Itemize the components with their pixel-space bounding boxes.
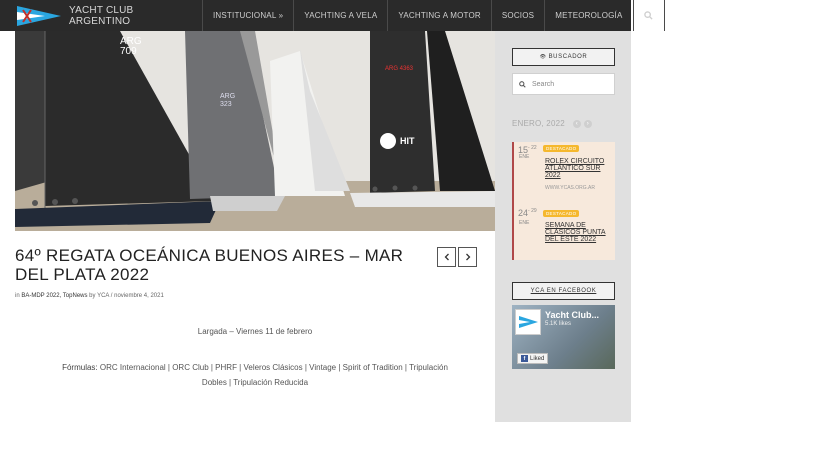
logo-line1: YACHT CLUB xyxy=(69,5,134,16)
event-site[interactable]: WWW.YCAS.ORG.AR xyxy=(545,185,595,191)
nav-socios[interactable]: SOCIOS xyxy=(490,0,544,31)
meta-by: by xyxy=(89,293,96,299)
main-menu: INSTITUCIONAL » YACHTING A VELA YACHTING… xyxy=(202,0,665,31)
calendar-header: ENERO, 2022 ‹ › xyxy=(512,119,592,128)
calendar-month: ENERO, 2022 xyxy=(512,119,565,128)
event-badge: DESTACADO xyxy=(543,210,580,217)
search-icon xyxy=(519,80,526,88)
event-month: ENE xyxy=(519,154,530,160)
facebook-page-widget[interactable]: Yacht Club... 5.1K likes f Liked xyxy=(512,305,615,369)
formulas-label: Fórmulas: xyxy=(62,363,98,372)
next-post-button[interactable] xyxy=(458,247,477,267)
search-placeholder: Search xyxy=(532,80,555,88)
chevron-left-icon xyxy=(444,253,449,261)
facebook-icon: f xyxy=(521,355,528,362)
calendar-next-icon[interactable]: › xyxy=(583,119,592,128)
post-formulas: Fórmulas: ORC Internacional | ORC Club |… xyxy=(15,360,495,390)
eye-icon: 👁 xyxy=(539,54,547,60)
logo-line2: ARGENTINO xyxy=(69,16,131,27)
fb-likes-count: 5.1K likes xyxy=(545,321,572,327)
fb-liked-button[interactable]: f Liked xyxy=(517,353,549,364)
event-day: 24- 29 xyxy=(518,208,537,218)
facebook-section-header[interactable]: YCA EN FACEBOOK xyxy=(512,282,615,300)
post-featured-image[interactable]: ARG 709 ARG 323 ARG 4363 HIT xyxy=(15,31,495,231)
fb-page-logo xyxy=(515,309,541,335)
sail-number-1: ARG 709 xyxy=(120,36,142,57)
post-title: 64º REGATA OCEÁNICA BUENOS AIRES – MAR D… xyxy=(15,246,404,284)
chevron-right-icon xyxy=(465,253,470,261)
sail-sponsor-text: HIT xyxy=(400,136,415,146)
sidebar: 👁 BUSCADOR Search ENERO, 2022 ‹ › 15- 22… xyxy=(495,31,631,422)
post-categories-link[interactable]: BA-MDP 2022, TopNews xyxy=(21,293,87,299)
logo-text: YACHT CLUB ARGENTINO xyxy=(69,5,133,27)
event-title-link[interactable]: ROLEX CIRCUITO ATLÁNTICO SUR 2022 xyxy=(545,158,613,179)
post-date: noviembre 4, 2021 xyxy=(114,293,164,299)
buscador-header: 👁 BUSCADOR xyxy=(512,48,615,66)
fb-liked-label: Liked xyxy=(530,355,545,362)
nav-meteorologia[interactable]: METEOROLOGÍA xyxy=(544,0,632,31)
top-navigation-bar: YACHT CLUB ARGENTINO INSTITUCIONAL » YAC… xyxy=(0,0,665,31)
event-title-link[interactable]: SEMANA DE CLÁSICOS PUNTA DEL ESTE 2022 xyxy=(545,222,613,243)
post-navigation xyxy=(437,247,477,267)
club-burgee-icon xyxy=(17,6,61,26)
event-month: ENE xyxy=(519,220,530,226)
event-item[interactable]: 24- 29 ENE DESTACADO SEMANA DE CLÁSICOS … xyxy=(514,204,615,260)
sail-number-2: ARG 323 xyxy=(220,93,236,108)
event-item[interactable]: 15- 22 ENE DESTACADO ROLEX CIRCUITO ATLÁ… xyxy=(514,142,615,200)
post-start-info: Largada – Viernes 11 de febrero xyxy=(197,327,313,336)
meta-separator: / xyxy=(110,293,113,299)
regatta-sailboats-image xyxy=(15,31,495,231)
previous-post-button[interactable] xyxy=(437,247,456,267)
post-author-link[interactable]: YCA xyxy=(97,293,109,299)
fb-page-name[interactable]: Yacht Club... xyxy=(545,310,599,320)
calendar-prev-icon[interactable]: ‹ xyxy=(572,119,581,128)
facebook-label: YCA EN FACEBOOK xyxy=(530,288,597,294)
formulas-text: ORC Internacional | ORC Club | PHRF | Ve… xyxy=(99,363,448,387)
meta-in: in xyxy=(15,293,20,299)
site-logo[interactable]: YACHT CLUB ARGENTINO xyxy=(15,4,133,28)
post-meta: in BA-MDP 2022, TopNews by YCA / noviemb… xyxy=(15,293,164,299)
nav-search-button[interactable] xyxy=(632,0,665,31)
search-icon xyxy=(644,11,653,20)
sidebar-search-input[interactable]: Search xyxy=(512,73,615,95)
event-badge: DESTACADO xyxy=(543,145,580,152)
events-list: 15- 22 ENE DESTACADO ROLEX CIRCUITO ATLÁ… xyxy=(512,142,615,260)
nav-institucional[interactable]: INSTITUCIONAL » xyxy=(202,0,293,31)
buscador-label: BUSCADOR xyxy=(548,54,588,60)
nav-yachting-vela[interactable]: YACHTING A VELA xyxy=(293,0,387,31)
sail-number-3: ARG 4363 xyxy=(385,66,414,72)
nav-yachting-motor[interactable]: YACHTING A MOTOR xyxy=(387,0,490,31)
